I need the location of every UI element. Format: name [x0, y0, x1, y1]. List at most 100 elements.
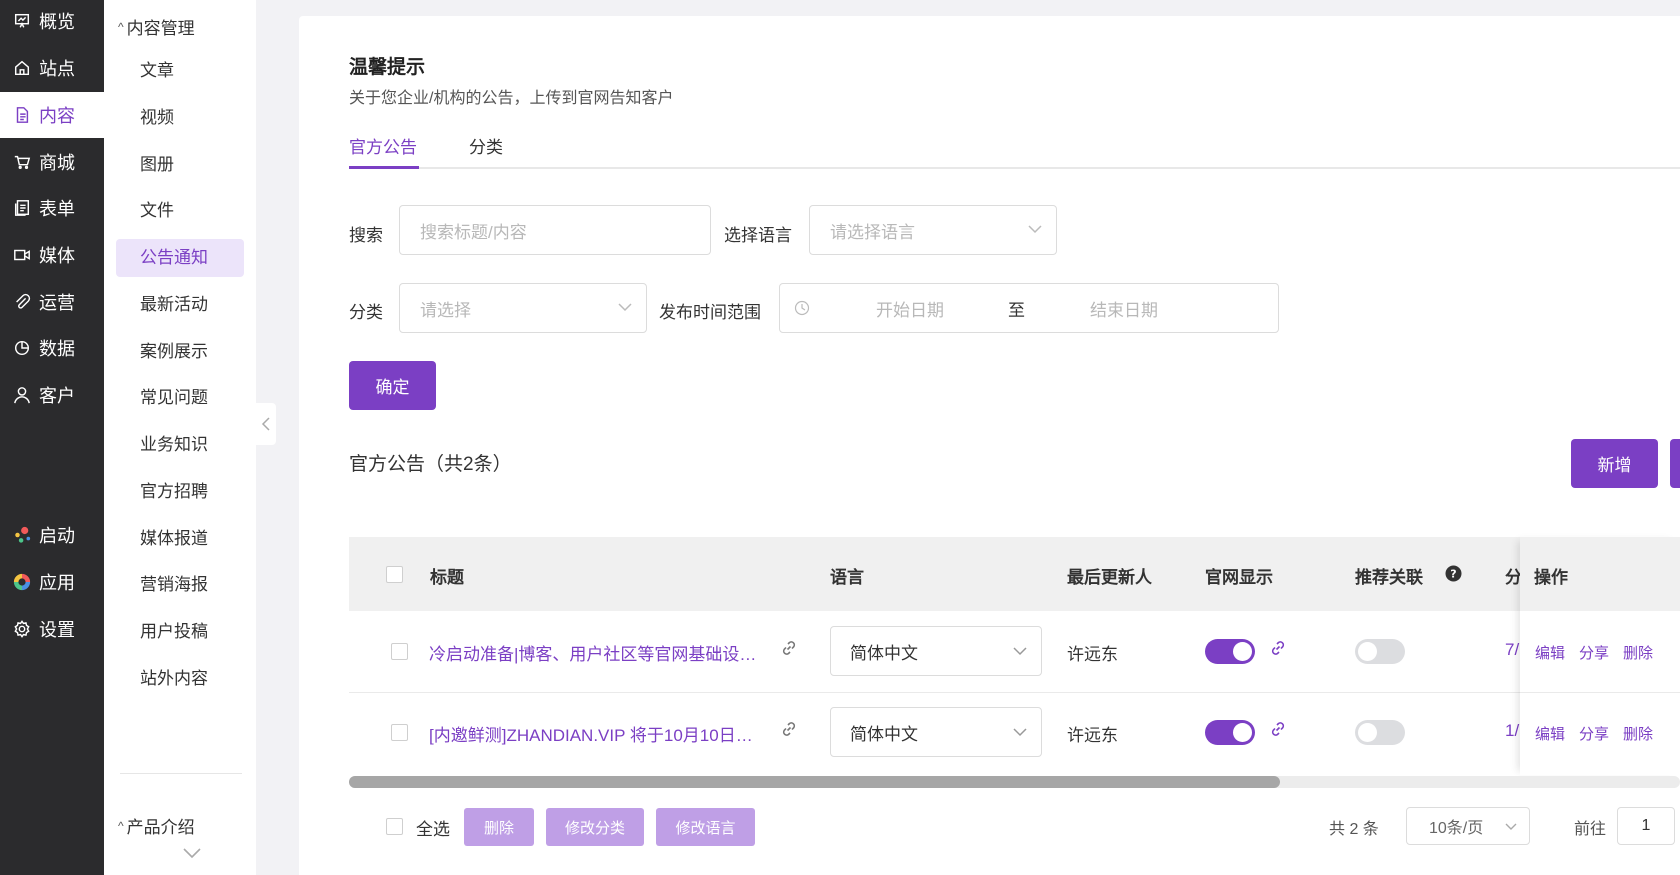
row-checkbox[interactable] — [391, 724, 408, 741]
category-placeholder: 请选择 — [420, 300, 471, 320]
submenu-group-product[interactable]: ^ 产品介绍 — [118, 813, 195, 838]
page-number-input[interactable]: 1 — [1617, 807, 1675, 845]
row-language-value: 简体中文 — [850, 724, 918, 744]
row-category-partial[interactable]: 1/ — [1505, 721, 1519, 741]
scrollbar-thumb[interactable] — [349, 776, 1280, 788]
date-range-picker[interactable]: 开始日期 至 结束日期 — [779, 283, 1279, 333]
cart-icon — [12, 152, 32, 172]
search-input[interactable]: 搜索标题/内容 — [399, 205, 711, 255]
chevron-down-icon — [1028, 225, 1042, 234]
confirm-button[interactable]: 确定 — [349, 361, 436, 410]
submenu-item[interactable]: 图册 — [116, 146, 244, 184]
total-count: 共 2 条 — [1329, 821, 1379, 838]
list-title: 官方公告（共2条） — [349, 454, 512, 475]
submenu-item[interactable]: 视频 — [116, 99, 244, 137]
column-operations: 操作 — [1534, 568, 1568, 587]
nav-item-form[interactable]: 表单 — [0, 185, 104, 231]
table-horizontal-scrollbar[interactable] — [349, 776, 1680, 788]
submenu-item[interactable]: 营销海报 — [116, 566, 244, 604]
submenu-item-active[interactable]: 公告通知 — [116, 239, 244, 277]
batch-edit-language-button[interactable]: 修改语言 — [656, 808, 755, 846]
row-language-select[interactable]: 简体中文 — [830, 626, 1042, 676]
recommend-toggle[interactable] — [1355, 639, 1405, 664]
submenu-item[interactable]: 媒体报道 — [116, 520, 244, 558]
delete-button[interactable]: 删除 — [1623, 642, 1653, 663]
tab-category[interactable]: 分类 — [469, 133, 503, 158]
language-select[interactable]: 请选择语言 — [809, 205, 1057, 255]
delete-button[interactable]: 删除 — [1623, 723, 1653, 744]
select-all-label[interactable]: 全选 — [416, 815, 450, 840]
page-title: 温馨提示 — [349, 57, 426, 78]
chevron-left-icon — [261, 417, 270, 431]
link-icon[interactable] — [1268, 638, 1288, 658]
share-button[interactable]: 分享 — [1579, 723, 1609, 744]
clock-icon — [794, 300, 810, 316]
recommend-toggle[interactable] — [1355, 720, 1405, 745]
submenu-group-content[interactable]: ^ 内容管理 — [118, 14, 195, 39]
site-visible-toggle[interactable] — [1205, 720, 1255, 745]
link-icon[interactable] — [779, 719, 799, 739]
nav-label: 商城 — [39, 153, 75, 173]
category-label: 分类 — [349, 303, 383, 322]
nav-item-launch[interactable]: 启动 — [0, 512, 104, 558]
nav-item-site[interactable]: 站点 — [0, 45, 104, 91]
submenu-item[interactable]: 常见问题 — [116, 379, 244, 417]
submenu-item[interactable]: 官方招聘 — [116, 473, 244, 511]
page-subtitle: 关于您企业/机构的公告，上传到官网告知客户 — [349, 90, 674, 107]
row-divider — [349, 692, 1680, 693]
start-date-placeholder[interactable]: 开始日期 — [876, 296, 944, 321]
more-button[interactable] — [1670, 439, 1680, 488]
date-range-label: 发布时间范围 — [659, 303, 761, 322]
chevron-down-icon[interactable] — [182, 847, 202, 859]
submenu-item[interactable]: 站外内容 — [116, 660, 244, 698]
page-size-select[interactable]: 10条/页 — [1406, 807, 1530, 845]
nav-label: 设置 — [39, 620, 75, 640]
nav-item-data[interactable]: 数据 — [0, 325, 104, 371]
row-checkbox[interactable] — [391, 643, 408, 660]
edit-button[interactable]: 编辑 — [1535, 642, 1565, 663]
collapse-submenu-button[interactable] — [256, 403, 276, 445]
batch-edit-category-button[interactable]: 修改分类 — [546, 808, 644, 846]
chevron-up-icon: ^ — [118, 19, 124, 34]
category-select[interactable]: 请选择 — [399, 283, 647, 333]
row-language-select[interactable]: 简体中文 — [830, 707, 1042, 757]
submenu-group-label: 内容管理 — [126, 19, 195, 38]
submenu-item[interactable]: 文件 — [116, 192, 244, 230]
nav-item-content[interactable]: 内容 — [0, 92, 104, 138]
site-visible-toggle[interactable] — [1205, 639, 1255, 664]
nav-item-operation[interactable]: 运营 — [0, 279, 104, 325]
column-language: 语言 — [830, 568, 864, 587]
nav-item-apps[interactable]: 应用 — [0, 559, 104, 605]
tab-official-notice[interactable]: 官方公告 — [349, 133, 417, 158]
row-title-link[interactable]: [内邀鲜测]ZHANDIAN.VIP 将于10月10日… — [429, 721, 753, 746]
row-category-partial[interactable]: 7/ — [1505, 640, 1519, 660]
link-icon[interactable] — [779, 638, 799, 658]
submenu-item[interactable]: 案例展示 — [116, 333, 244, 371]
end-date-placeholder[interactable]: 结束日期 — [1090, 296, 1158, 321]
share-button[interactable]: 分享 — [1579, 642, 1609, 663]
row-title-link[interactable]: 冷启动准备|博客、用户社区等官网基础设… — [429, 640, 756, 665]
submenu-item[interactable]: 用户投稿 — [116, 613, 244, 651]
batch-delete-button[interactable]: 删除 — [464, 808, 534, 846]
help-icon[interactable]: ? — [1445, 565, 1462, 582]
add-button[interactable]: 新增 — [1571, 439, 1658, 488]
toggle-knob — [1358, 723, 1377, 742]
submenu-item[interactable]: 最新活动 — [116, 286, 244, 324]
edit-button[interactable]: 编辑 — [1535, 723, 1565, 744]
nav-item-media[interactable]: 媒体 — [0, 232, 104, 278]
footer-select-all-checkbox[interactable] — [386, 818, 403, 835]
column-updater: 最后更新人 — [1067, 568, 1152, 587]
nav-item-customer[interactable]: 客户 — [0, 372, 104, 418]
submenu-item[interactable]: 业务知识 — [116, 426, 244, 464]
submenu-item[interactable]: 文章 — [116, 52, 244, 90]
pie-chart-icon — [12, 338, 32, 358]
nav-label: 表单 — [39, 199, 75, 219]
column-recommend: 推荐关联 — [1355, 568, 1423, 587]
link-icon[interactable] — [1268, 719, 1288, 739]
nav-item-mall[interactable]: 商城 — [0, 139, 104, 185]
nav-item-settings[interactable]: 设置 — [0, 606, 104, 652]
select-all-checkbox[interactable] — [386, 566, 403, 583]
home-icon — [12, 58, 32, 78]
nav-item-overview[interactable]: 概览 — [0, 0, 104, 42]
document-icon — [12, 105, 32, 125]
